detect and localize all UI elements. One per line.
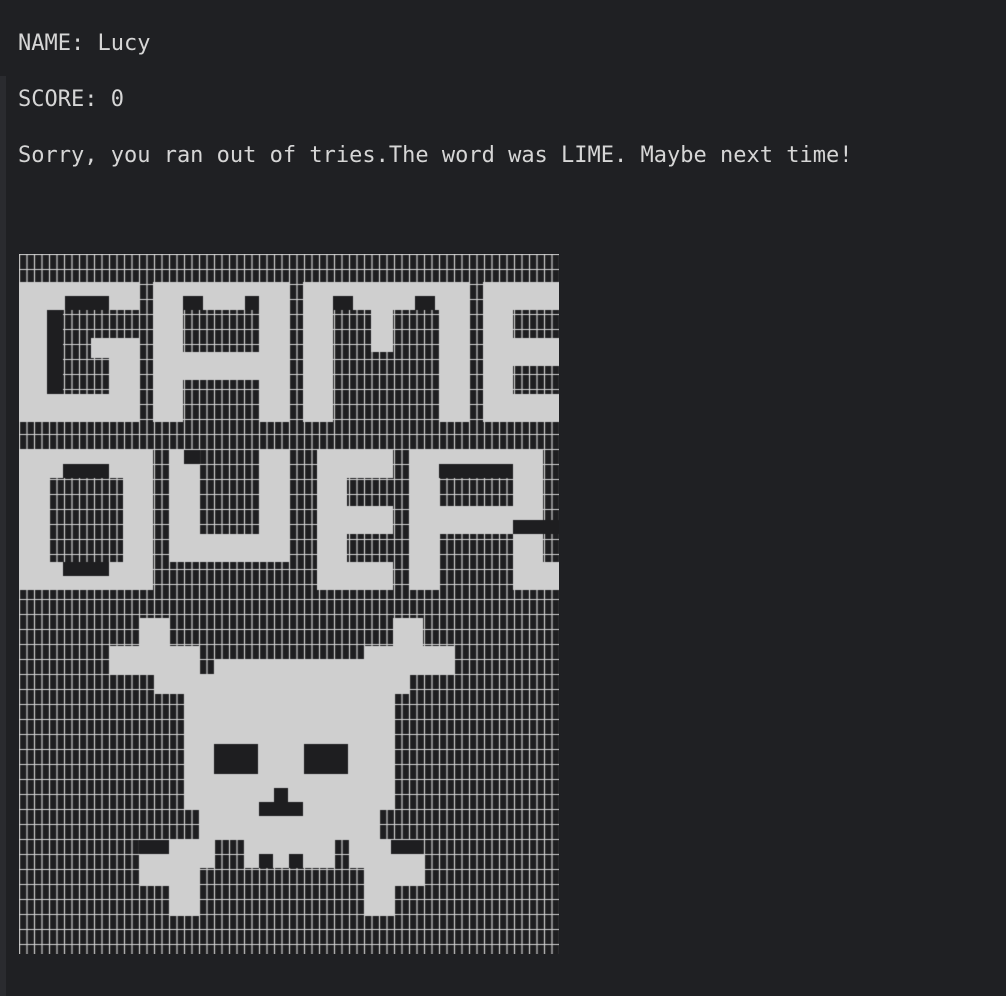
game-over-message: Sorry, you ran out of tries.The word was… xyxy=(18,143,853,168)
game-over-skull-image xyxy=(19,254,559,954)
terminal-edge xyxy=(0,76,6,996)
terminal-window: NAME: Lucy SCORE: 0 Sorry, you ran out o… xyxy=(0,0,1006,996)
game-over-ascii-art xyxy=(19,254,559,954)
score-line: SCORE: 0 xyxy=(18,87,124,112)
player-name-line: NAME: Lucy xyxy=(18,31,151,56)
